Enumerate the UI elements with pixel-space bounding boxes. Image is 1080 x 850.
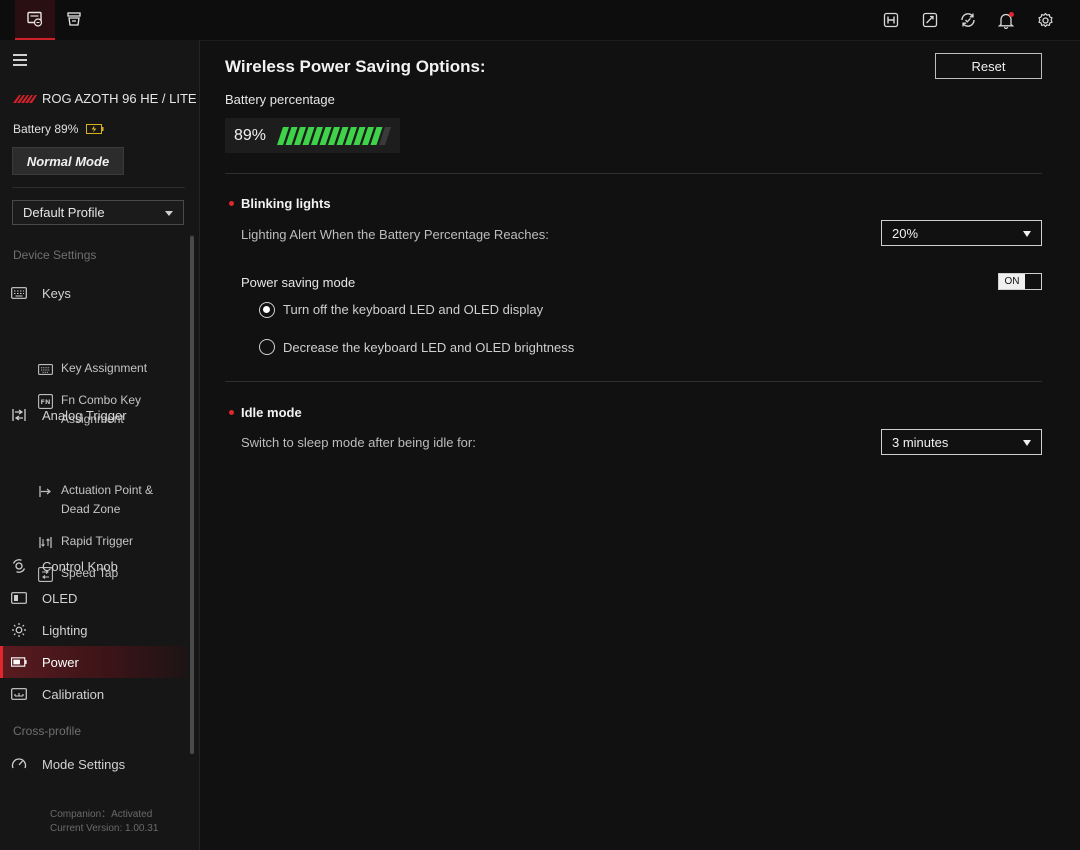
menu-icon[interactable] (13, 54, 27, 66)
section-divider (225, 173, 1042, 174)
sidebar-item-calibration[interactable]: Calibration (0, 678, 188, 710)
battery-percentage-label: Battery percentage (225, 92, 335, 107)
hotkey-button[interactable] (881, 10, 901, 30)
section-title-blinking-lights: Blinking lights (241, 196, 331, 211)
tab-device-dashboard[interactable] (15, 0, 55, 40)
sleep-timeout-select[interactable]: 3 minutes (881, 429, 1042, 455)
section-label-device-settings: Device Settings (13, 248, 97, 262)
sidebar-item-control-knob[interactable]: Control Knob (0, 550, 188, 582)
battery-charging-icon (86, 124, 104, 134)
section-divider (225, 381, 1042, 382)
sidebar-item-label: Control Knob (42, 558, 118, 574)
battery-percentage-value: 89% (234, 127, 267, 144)
screen-capture-button[interactable] (920, 10, 940, 30)
sidebar-item-label: Rapid Trigger (61, 534, 134, 548)
sidebar-item-label: Lighting (42, 622, 88, 638)
profile-select[interactable]: Default Profile (12, 200, 184, 225)
companion-status: Companion：Activated (50, 809, 153, 820)
sidebar-item-label: Actuation Point & Dead Zone (61, 483, 154, 516)
top-bar (0, 0, 1080, 41)
chevron-down-icon (165, 211, 173, 216)
version-info: Companion：Activated Current Version: 1.0… (50, 808, 158, 836)
battery-indicator: 89% (225, 118, 400, 153)
battery-icon (11, 654, 27, 670)
radio-decrease-brightness-label[interactable]: Decrease the keyboard LED and OLED brigh… (283, 340, 574, 355)
control-knob-icon (11, 558, 27, 574)
sidebar-item-label: OLED (42, 590, 78, 606)
device-list-icon (67, 12, 81, 26)
hotkey-icon (883, 12, 899, 28)
sidebar-item-label: Mode Settings (42, 756, 126, 772)
sidebar-item-actuation-point[interactable]: Actuation Point & Dead Zone (37, 481, 182, 519)
sidebar-item-label: Power (42, 654, 79, 670)
keyboard-small-icon (37, 361, 53, 377)
sidebar-item-label: Key Assignment (61, 361, 148, 375)
sync-button[interactable] (958, 10, 978, 30)
chevron-down-icon (1023, 231, 1031, 237)
device-dashboard-icon (27, 11, 43, 27)
battery-level-bar (277, 127, 391, 145)
device-name: ROG AZOTH 96 HE / LITE (42, 91, 197, 106)
sidebar-item-lighting[interactable]: Lighting (0, 614, 188, 646)
sidebar: ROG AZOTH 96 HE / LITE Battery 89% Norma… (0, 40, 200, 850)
sidebar-item-keys[interactable]: Keys (0, 277, 188, 309)
sidebar-item-key-assignment[interactable]: Key Assignment (37, 359, 182, 378)
radio-turn-off-led[interactable] (259, 302, 275, 318)
sidebar-item-oled[interactable]: OLED (0, 582, 188, 614)
tab-device-list[interactable] (54, 0, 94, 38)
sidebar-item-power[interactable]: Power (0, 646, 188, 678)
sidebar-item-label: Analog Trigger (42, 407, 127, 423)
radio-turn-off-led-label[interactable]: Turn off the keyboard LED and OLED displ… (283, 302, 543, 317)
reset-button[interactable]: Reset (935, 53, 1042, 79)
section-bullet (229, 201, 234, 206)
lighting-alert-select[interactable]: 20% (881, 220, 1042, 246)
sidebar-item-rapid-trigger[interactable]: Rapid Trigger (37, 532, 182, 551)
sync-icon (961, 13, 975, 27)
section-bullet (229, 410, 234, 415)
screen-capture-icon (922, 12, 938, 28)
gauge-icon (11, 756, 27, 772)
sleep-timeout-select-value: 3 minutes (892, 434, 949, 450)
section-title-idle-mode: Idle mode (241, 405, 302, 420)
toggle-on-label: ON (999, 274, 1025, 289)
battery-status: Battery 89% (13, 122, 104, 136)
sleep-mode-label: Switch to sleep mode after being idle fo… (241, 435, 476, 450)
rapid-trigger-icon (37, 534, 53, 550)
chevron-down-icon (1023, 440, 1031, 446)
sidebar-item-analog-trigger[interactable]: Analog Trigger (0, 399, 188, 431)
sidebar-scrollbar[interactable] (190, 236, 194, 754)
lighting-icon (11, 622, 27, 638)
analog-trigger-icon (11, 407, 27, 423)
gear-icon (1037, 12, 1053, 27)
radio-decrease-brightness[interactable] (259, 339, 275, 355)
mode-button[interactable]: Normal Mode (12, 147, 124, 175)
notification-badge (1009, 12, 1014, 17)
sidebar-item-mode-settings[interactable]: Mode Settings (0, 748, 188, 780)
calibration-icon (11, 686, 27, 702)
rog-logo-icon (13, 95, 37, 103)
profile-select-value: Default Profile (23, 205, 105, 220)
settings-button[interactable] (1035, 10, 1055, 30)
page-title: Wireless Power Saving Options: (225, 57, 486, 76)
section-label-cross-profile: Cross-profile (13, 724, 82, 738)
notifications-button[interactable] (996, 10, 1016, 30)
current-version: Current Version: 1.00.31 (50, 823, 159, 834)
power-saving-mode-label: Power saving mode (241, 275, 356, 290)
sidebar-divider (12, 187, 185, 188)
keyboard-icon (11, 285, 27, 301)
lighting-alert-select-value: 20% (892, 225, 919, 241)
sidebar-item-label: Calibration (42, 686, 105, 702)
battery-text: Battery 89% (13, 122, 79, 136)
oled-display-icon (11, 590, 27, 606)
sidebar-item-label: Keys (42, 285, 71, 301)
actuation-point-icon (37, 483, 53, 499)
power-saving-toggle[interactable]: ON (998, 273, 1042, 290)
lighting-alert-label: Lighting Alert When the Battery Percenta… (241, 227, 549, 242)
